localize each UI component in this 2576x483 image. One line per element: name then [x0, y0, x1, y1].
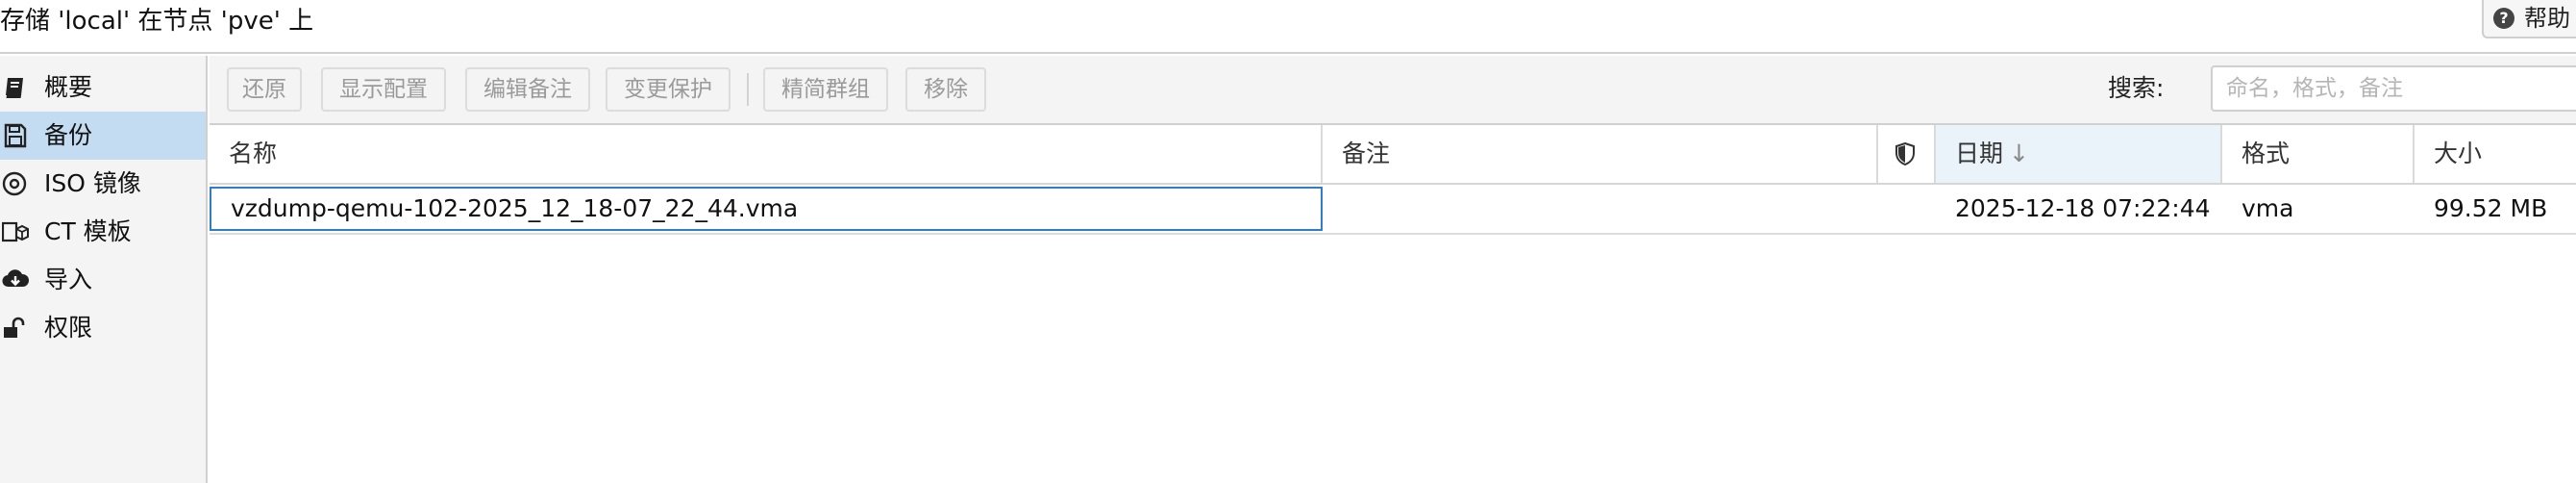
sidebar-item-label: 权限 — [44, 314, 93, 342]
cell-date: 2025-12-18 07:22:44 — [1955, 194, 2211, 222]
show-config-button[interactable]: 显示配置 — [321, 67, 446, 112]
title-bar: 存储 'local' 在节点 'pve' 上 ? 帮助 — [0, 0, 2576, 54]
column-header-label: 备注 — [1342, 140, 1391, 167]
book-icon — [6, 78, 23, 98]
cloud-download-icon — [2, 269, 29, 288]
sidebar-item-label: 导入 — [44, 266, 93, 293]
change-protection-button[interactable]: 变更保护 — [606, 67, 731, 112]
sidebar-item-label: 备份 — [44, 121, 93, 149]
disc-icon — [2, 171, 27, 196]
sidebar-item-backup[interactable]: 备份 — [0, 112, 206, 160]
sidebar-item-summary[interactable]: 概要 — [0, 64, 206, 112]
column-header-label: 名称 — [229, 140, 278, 167]
sidebar-item-label: 概要 — [44, 73, 93, 101]
floppy-disk-icon — [4, 123, 27, 148]
cell-format: vma — [2242, 194, 2294, 222]
column-header-format[interactable]: 格式 — [2222, 125, 2415, 183]
page-title: 存储 'local' 在节点 'pve' 上 — [0, 7, 314, 36]
sidebar-item-iso-images[interactable]: ISO 镜像 — [0, 160, 206, 208]
column-header-name[interactable]: 名称 — [210, 125, 1323, 183]
prune-group-button[interactable]: 精简群组 — [763, 67, 888, 112]
sidebar: 概要 备份 ISO 镜像 CT 模板 导入 权限 — [0, 56, 208, 483]
column-header-label: 日期 — [1955, 140, 2004, 167]
help-button[interactable]: ? 帮助 — [2482, 0, 2576, 38]
sidebar-item-permissions[interactable]: 权限 — [0, 304, 206, 352]
sidebar-item-label: CT 模板 — [44, 217, 132, 245]
unlock-icon — [4, 317, 25, 338]
table-header: 名称 备注 日期 ↓ 格式 大小 — [210, 125, 2576, 185]
sidebar-item-label: ISO 镜像 — [44, 169, 141, 197]
cell-size: 99.52 MB — [2434, 194, 2548, 222]
toolbar-separator — [747, 73, 749, 106]
cubes-icon — [2, 221, 29, 242]
sidebar-item-import[interactable]: 导入 — [0, 256, 206, 304]
shield-icon — [1895, 142, 1915, 165]
toolbar: 还原 显示配置 编辑备注 变更保护 精简群组 移除 搜索: — [210, 56, 2576, 125]
column-header-label: 大小 — [2434, 140, 2483, 167]
search-label: 搜索: — [2108, 74, 2165, 102]
column-header-notes[interactable]: 备注 — [1323, 125, 1878, 183]
sidebar-item-ct-templates[interactable]: CT 模板 — [0, 208, 206, 256]
help-button-label: 帮助 — [2524, 5, 2570, 32]
question-icon: ? — [2493, 8, 2514, 29]
cell-name[interactable]: vzdump-qemu-102-2025_12_18-07_22_44.vma — [210, 187, 1323, 231]
search-input[interactable] — [2211, 65, 2576, 112]
column-header-size[interactable]: 大小 — [2415, 125, 2576, 183]
remove-button[interactable]: 移除 — [905, 67, 986, 112]
table-row[interactable]: vzdump-qemu-102-2025_12_18-07_22_44.vma … — [210, 185, 2576, 235]
edit-notes-button[interactable]: 编辑备注 — [465, 67, 590, 112]
sort-descending-icon: ↓ — [2009, 140, 2029, 167]
column-header-date[interactable]: 日期 ↓ — [1936, 125, 2222, 183]
cell-notes — [1323, 185, 1878, 233]
column-header-label: 格式 — [2242, 140, 2291, 167]
restore-button[interactable]: 还原 — [227, 67, 302, 112]
column-header-protected[interactable] — [1878, 125, 1936, 183]
